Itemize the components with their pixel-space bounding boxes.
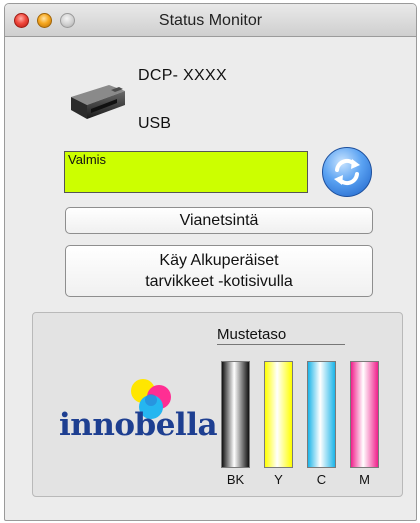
ink-heading-divider bbox=[217, 344, 345, 345]
ink-tank-bk bbox=[221, 361, 250, 468]
connection-type: USB bbox=[138, 115, 171, 132]
status-monitor-window: Status Monitor DCP- XXXX USB Valmis Vian… bbox=[4, 3, 417, 521]
supplies-button-line1: Käy Alkuperäiset bbox=[159, 252, 279, 269]
supplies-button-line2: tarvikkeet -kotisivulla bbox=[145, 273, 293, 290]
innobella-logo: innobella bbox=[59, 379, 218, 443]
window-title: Status Monitor bbox=[158, 12, 263, 29]
refresh-icon bbox=[334, 158, 360, 186]
ink-tank-m bbox=[350, 361, 379, 468]
title-bar: Status Monitor bbox=[5, 4, 416, 37]
ink-label-y: Y bbox=[274, 472, 283, 487]
ink-level-heading: Mustetaso bbox=[217, 326, 287, 343]
printer-icon bbox=[71, 85, 125, 119]
supplies-website-button[interactable]: Käy Alkuperäiset tarvikkeet -kotisivulla bbox=[65, 245, 373, 297]
ink-level-panel: innobella Mustetaso BK Y C M bbox=[32, 312, 403, 497]
ink-tank-y bbox=[264, 361, 293, 468]
printer-model: DCP- XXXX bbox=[138, 67, 227, 84]
ink-tank-c bbox=[307, 361, 336, 468]
status-text: Valmis bbox=[68, 152, 107, 167]
svg-text:innobella: innobella bbox=[59, 407, 217, 443]
ink-label-m: M bbox=[359, 472, 370, 487]
refresh-button[interactable] bbox=[322, 147, 372, 197]
troubleshooting-button[interactable]: Vianetsintä bbox=[65, 207, 373, 234]
status-display: Valmis bbox=[64, 151, 308, 193]
ink-label-bk: BK bbox=[226, 472, 245, 487]
ink-label-c: C bbox=[316, 472, 327, 487]
